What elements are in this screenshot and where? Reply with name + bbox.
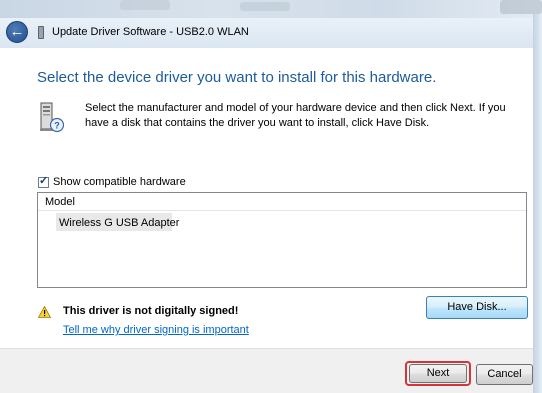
window-title: Update Driver Software - USB2.0 WLAN	[52, 26, 249, 38]
back-arrow-icon: ←	[9, 23, 25, 40]
svg-text:?: ?	[54, 121, 60, 131]
warning-text: This driver is not digitally signed!	[63, 305, 239, 317]
model-column-header[interactable]	[38, 193, 526, 211]
model-column-header-label: Model	[45, 196, 75, 208]
instruction-text: Select the manufacturer and model of you…	[85, 102, 506, 129]
back-button[interactable]: ←	[6, 21, 28, 43]
background-blur	[120, 0, 170, 10]
cancel-button[interactable]: Cancel	[476, 364, 533, 385]
list-item-label: Wireless G USB Adapter	[59, 217, 180, 229]
background-blur	[500, 0, 542, 14]
usb-device-icon	[38, 26, 44, 39]
background-blur	[240, 2, 290, 11]
have-disk-button[interactable]: Have Disk...	[426, 296, 528, 319]
warning-triangle-icon	[38, 306, 51, 318]
window-edge	[533, 14, 542, 393]
hardware-help-icon: ?	[40, 102, 65, 133]
show-compatible-label[interactable]: Show compatible hardware	[53, 176, 186, 188]
driver-signing-link[interactable]: Tell me why driver signing is important	[63, 324, 249, 336]
page-heading: Select the device driver you want to ins…	[37, 69, 437, 86]
checkmark-icon: ✓	[39, 175, 49, 187]
next-button[interactable]: Next	[409, 364, 467, 383]
